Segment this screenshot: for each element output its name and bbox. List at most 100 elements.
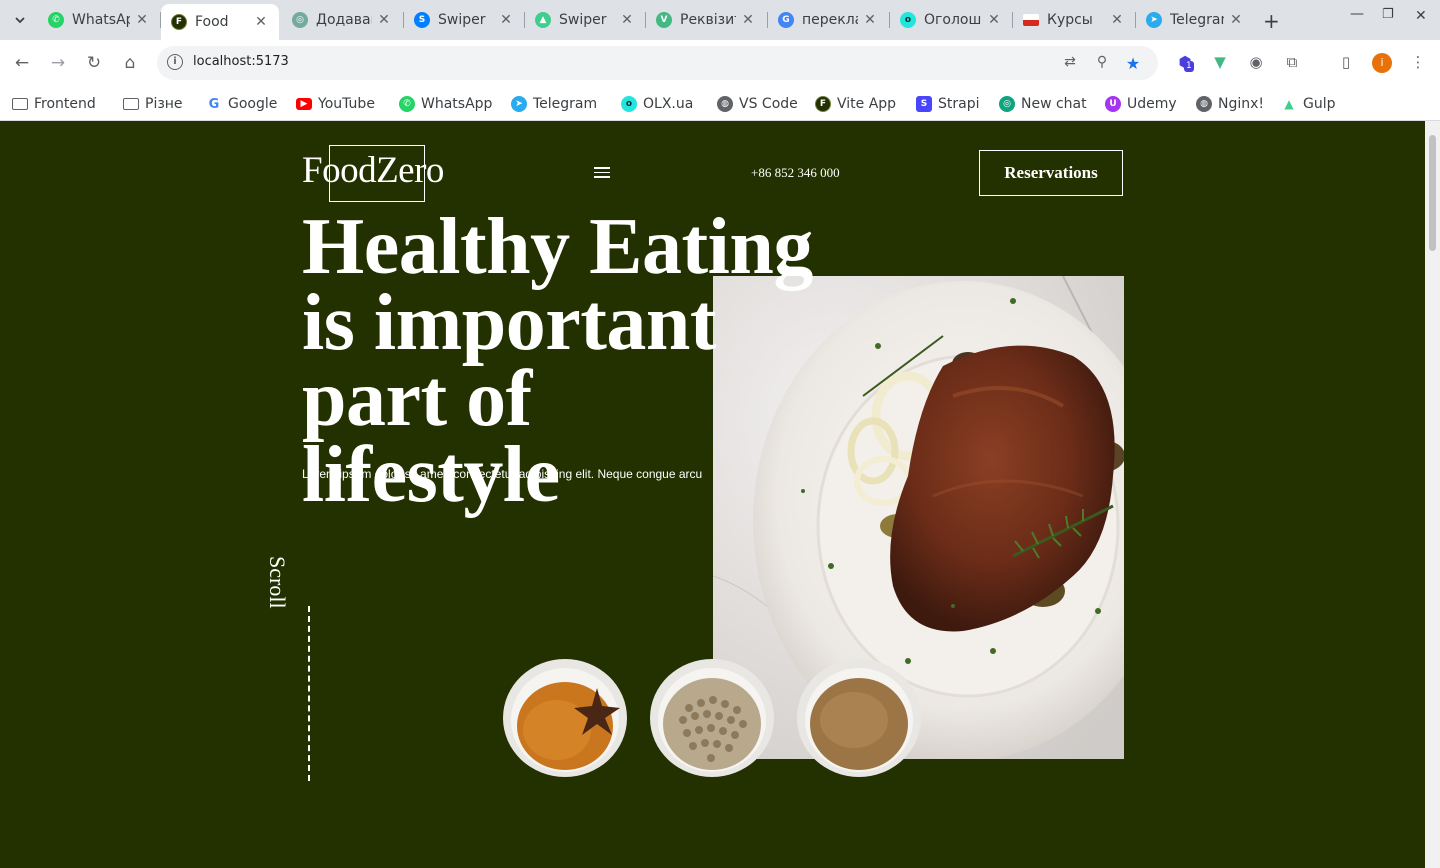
extension-icon[interactable]: ⬢1 <box>1175 53 1195 73</box>
browser-toolbar: ← → ↻ ⌂ i localhost:5173 ⇄ ⚲ ★ ⬢1 ▼ ◉ ⧉ … <box>0 40 1440 86</box>
address-bar[interactable]: i localhost:5173 ⇄ ⚲ ★ <box>157 46 1158 80</box>
translate-icon[interactable]: ⇄ <box>1061 54 1079 72</box>
page-scrollbar[interactable] <box>1425 121 1440 868</box>
google-icon: G <box>208 96 220 112</box>
tab-olx[interactable]: o Оголошення ✕ <box>890 5 1012 35</box>
close-icon[interactable]: ✕ <box>498 12 514 28</box>
tab-search-icon[interactable] <box>8 8 32 32</box>
back-icon[interactable]: ← <box>10 51 34 75</box>
site-logo[interactable]: FoodZero <box>302 149 444 192</box>
site-info-icon[interactable]: i <box>167 54 183 70</box>
window-close-icon[interactable]: ✕ <box>1415 8 1427 24</box>
close-icon[interactable]: ✕ <box>376 12 392 28</box>
minimize-icon[interactable]: — <box>1350 6 1364 22</box>
spice-bowl-ground <box>796 658 922 778</box>
extensions-puzzle-icon[interactable]: ⧉ <box>1282 53 1302 73</box>
bookmark-udemy[interactable]: U Udemy <box>1105 91 1177 117</box>
bookmark-olx[interactable]: o OLX.ua <box>621 91 693 117</box>
swiper-icon: S <box>414 12 430 28</box>
udemy-icon: U <box>1105 96 1121 112</box>
bookmark-vscode[interactable]: ◍ VS Code <box>717 91 798 117</box>
vite-icon: ▲ <box>1284 97 1294 111</box>
google-icon: G <box>778 12 794 28</box>
url-text[interactable]: localhost:5173 <box>193 54 289 69</box>
bookmark-nginx[interactable]: ◍ Nginx! <box>1196 91 1264 117</box>
restore-icon[interactable]: ❐ <box>1382 7 1394 22</box>
olx-icon: o <box>900 12 916 28</box>
extension-badge: 1 <box>1184 61 1194 72</box>
bookmark-telegram[interactable]: ➤ Telegram <box>511 91 597 117</box>
bookmark-rizne[interactable]: Різне <box>123 91 183 117</box>
scroll-label[interactable]: Scroll <box>264 556 290 609</box>
strapi-icon: S <box>916 96 932 112</box>
tab-kursy[interactable]: Курсы ✕ <box>1013 5 1135 35</box>
spice-bowl-pepper <box>649 658 775 778</box>
headline-line-3: part of <box>302 355 532 443</box>
tab-food[interactable]: F Food ✕ <box>161 4 279 40</box>
chatgpt-icon: ◎ <box>292 12 308 28</box>
tab-strip: ✆ WhatsApp ✕ F Food ✕ ◎ Додавання ✕ S Sw… <box>0 0 1440 40</box>
close-icon[interactable]: ✕ <box>740 12 756 28</box>
telegram-icon: ➤ <box>1146 12 1162 28</box>
bookmark-google[interactable]: G Google <box>206 91 278 117</box>
bookmark-gulp[interactable]: ▲ Gulp <box>1281 91 1335 117</box>
ghost-extension-icon[interactable]: ◉ <box>1246 53 1266 73</box>
side-panel-icon[interactable]: ▯ <box>1336 53 1356 73</box>
youtube-icon: ▶ <box>296 98 312 110</box>
tab-rekvizyty[interactable]: V Реквізити ✕ <box>646 5 766 35</box>
telegram-icon: ➤ <box>511 96 527 112</box>
new-tab-button[interactable]: + <box>1263 9 1280 33</box>
headline-line-2: is important <box>302 279 717 367</box>
scrollbar-thumb[interactable] <box>1429 135 1436 251</box>
close-icon[interactable]: ✕ <box>986 12 1002 28</box>
bookmark-strapi[interactable]: S Strapi <box>916 91 980 117</box>
bookmark-new-chat[interactable]: ◎ New chat <box>999 91 1087 117</box>
food-icon: F <box>815 96 831 112</box>
bookmark-whatsapp[interactable]: ✆ WhatsApp <box>399 91 492 117</box>
food-icon: F <box>171 14 187 30</box>
globe-icon: ◍ <box>717 96 733 112</box>
close-icon[interactable]: ✕ <box>862 12 878 28</box>
tab-telegram[interactable]: ➤ Telegram ✕ <box>1136 5 1254 35</box>
whatsapp-icon: ✆ <box>399 96 415 112</box>
hamburger-menu-icon[interactable] <box>594 167 610 179</box>
olx-icon: o <box>621 96 637 112</box>
close-icon[interactable]: ✕ <box>253 14 269 30</box>
whatsapp-icon: ✆ <box>48 12 64 28</box>
forward-icon[interactable]: → <box>46 51 70 75</box>
bookmark-youtube[interactable]: ▶ YouTube <box>296 91 375 117</box>
tab-chatgpt[interactable]: ◎ Додавання ✕ <box>282 5 402 35</box>
reservations-button[interactable]: Reservations <box>979 150 1123 196</box>
spice-bowl-cinnamon <box>502 658 628 778</box>
bookmarks-bar: Frontend Різне G Google ▶ YouTube ✆ WhatsAp… <box>0 86 1440 121</box>
tab-swiper-2[interactable]: ▲ Swiper ✕ <box>525 5 645 35</box>
chatgpt-icon: ◎ <box>999 96 1015 112</box>
folder-icon <box>12 98 28 110</box>
vue-icon: V <box>656 12 672 28</box>
close-icon[interactable]: ✕ <box>1109 12 1125 28</box>
profile-avatar[interactable]: i <box>1372 53 1392 73</box>
page-viewport: FoodZero +86 852 346 000 Reservations He… <box>0 121 1425 868</box>
reload-icon[interactable]: ↻ <box>82 51 106 75</box>
globe-icon: ◍ <box>1196 96 1212 112</box>
tab-swiper-1[interactable]: S Swiper ✕ <box>404 5 524 35</box>
vue-devtools-icon[interactable]: ▼ <box>1210 53 1230 73</box>
home-icon[interactable]: ⌂ <box>118 51 142 75</box>
hero-description: Lorem ipsum dolor sit amet, consectetur … <box>302 467 703 481</box>
vite-icon: ▲ <box>535 12 551 28</box>
scroll-line-divider <box>308 606 310 781</box>
close-icon[interactable]: ✕ <box>619 12 635 28</box>
tab-pereklad[interactable]: G переклад ✕ <box>768 5 888 35</box>
bookmark-star-icon[interactable]: ★ <box>1124 54 1142 73</box>
phone-number[interactable]: +86 852 346 000 <box>751 165 840 181</box>
menu-kebab-icon[interactable]: ⋮ <box>1408 53 1428 73</box>
folder-icon <box>123 98 139 110</box>
bookmark-vite-app[interactable]: F Vite App <box>815 91 896 117</box>
flag-icon <box>1023 14 1039 26</box>
headline-line-1: Healthy Eating <box>302 203 813 291</box>
tab-whatsapp[interactable]: ✆ WhatsApp ✕ <box>38 5 160 35</box>
zoom-icon[interactable]: ⚲ <box>1093 54 1111 72</box>
bookmark-frontend[interactable]: Frontend <box>12 91 96 117</box>
close-icon[interactable]: ✕ <box>134 12 150 28</box>
close-icon[interactable]: ✕ <box>1228 12 1244 28</box>
